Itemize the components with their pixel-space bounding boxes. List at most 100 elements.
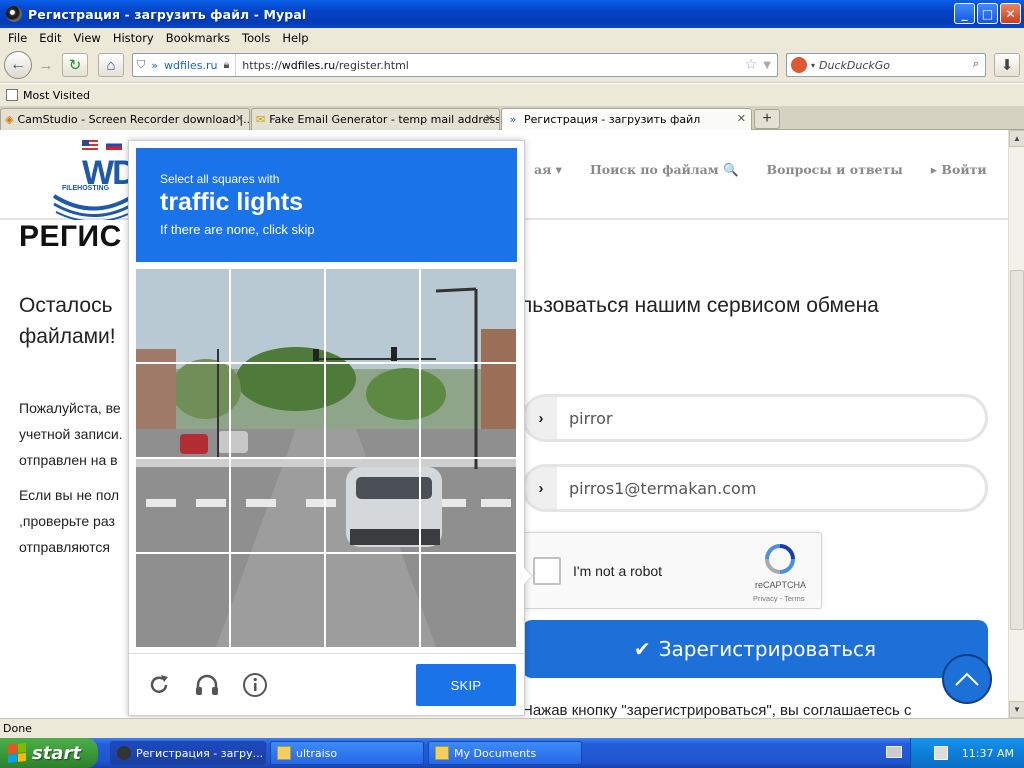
site-chevron-icon: »: [151, 58, 158, 72]
search-icon[interactable]: ⌕: [973, 57, 979, 71]
field-arrow-icon: ›: [525, 397, 557, 439]
site-identity[interactable]: ⛉ » wdfiles.ru 🔒︎: [133, 54, 237, 76]
username-field[interactable]: › pirror: [522, 394, 988, 442]
challenge-hint: If there are none, click skip: [160, 222, 315, 237]
challenge-pointer: [524, 568, 532, 584]
audio-challenge-button[interactable]: [193, 671, 221, 699]
search-bar[interactable]: ▾ DuckDuckGo ⌕: [786, 53, 986, 77]
close-window-button[interactable]: ✕: [1000, 3, 1021, 24]
new-tab-button[interactable]: +: [754, 109, 780, 129]
recaptcha-widget: I'm not a robot reCAPTCHA Privacy - Term…: [520, 532, 822, 609]
taskbar-item-my-documents[interactable]: My Documents: [428, 741, 582, 765]
tab-fake-email[interactable]: ✉ Fake Email Generator - temp mail addre…: [251, 108, 500, 130]
task-label: My Documents: [454, 746, 537, 760]
forward-button[interactable]: →: [33, 53, 59, 77]
menu-history[interactable]: History: [107, 31, 160, 45]
menu-file[interactable]: File: [2, 31, 33, 45]
window-titlebar: Регистрация - загрузить файл - Mypal _ □…: [0, 0, 1024, 28]
search-input[interactable]: DuckDuckGo: [819, 59, 890, 72]
menu-edit[interactable]: Edit: [33, 31, 67, 45]
duckduckgo-icon[interactable]: [791, 57, 807, 73]
taskbar-item-browser[interactable]: Регистрация - загру...: [110, 741, 266, 765]
username-value: pirror: [569, 408, 613, 428]
scroll-up-arrow-icon[interactable]: ▲: [1009, 130, 1024, 147]
bookmark-most-visited[interactable]: Most Visited: [23, 89, 90, 102]
start-button[interactable]: start: [0, 738, 98, 768]
scroll-to-top-button[interactable]: [942, 654, 992, 704]
lead-line1-left: Осталось: [19, 294, 113, 317]
menu-tools[interactable]: Tools: [236, 31, 276, 45]
back-arrow-icon: ←: [10, 56, 26, 73]
grid-line: [136, 457, 516, 459]
tab-camstudio[interactable]: ◈ CamStudio - Screen Recorder download |…: [0, 108, 250, 130]
challenge-image-grid[interactable]: [136, 269, 516, 647]
register-button[interactable]: ✔ Зарегистрироваться: [522, 620, 988, 678]
page-title: РЕГИС: [19, 220, 122, 253]
nav-link-search[interactable]: Поиск по файлам 🔍: [576, 162, 753, 178]
email-value: pirros1@termakan.com: [569, 478, 757, 498]
keyboard-language-icon[interactable]: [886, 746, 902, 758]
russian-flag-icon[interactable]: [106, 140, 122, 150]
grid-line: [136, 552, 516, 554]
info-icon: [243, 673, 267, 697]
recaptcha-challenge-popup: Select all squares with traffic lights I…: [128, 140, 525, 716]
system-tray: 11:37 AM: [910, 738, 1024, 768]
tab-close-icon[interactable]: ✕: [485, 112, 494, 125]
recaptcha-logo-icon: [765, 544, 795, 574]
forward-arrow-icon: →: [38, 56, 54, 74]
minimize-button[interactable]: _: [954, 3, 975, 24]
recaptcha-brand: reCAPTCHA: [755, 580, 807, 590]
search-engine-dropdown-icon[interactable]: ▾: [811, 61, 815, 70]
scrollbar-thumb[interactable]: [1010, 270, 1024, 630]
english-flag-icon[interactable]: [82, 140, 98, 150]
url-dropdown-icon[interactable]: ▼: [763, 60, 777, 71]
lead-line2: файлами!: [19, 325, 116, 348]
site-identity-label: wdfiles.ru: [163, 58, 218, 72]
clock[interactable]: 11:37 AM: [962, 747, 1014, 760]
tab-close-icon[interactable]: ✕: [235, 112, 244, 125]
recaptcha-checkbox[interactable]: [533, 557, 561, 585]
nav-link-login[interactable]: ▸ Войти: [917, 162, 1001, 178]
headphones-icon: [196, 674, 218, 695]
site-nav: ая ▾ Поиск по файлам 🔍 Вопросы и ответы …: [520, 162, 1001, 178]
menu-help[interactable]: Help: [276, 31, 314, 45]
tab-strip: ◈ CamStudio - Screen Recorder download |…: [0, 106, 1024, 130]
menu-bar: File Edit View History Bookmarks Tools H…: [0, 28, 1024, 47]
nav-link-partial[interactable]: ая ▾: [520, 162, 576, 178]
info-paragraph-2: Если вы не пол ,проверьте раз отправляют…: [19, 482, 139, 560]
register-label: Зарегистрироваться: [658, 637, 877, 661]
network-tray-icon[interactable]: [933, 746, 948, 760]
tab-close-icon[interactable]: ✕: [737, 112, 746, 125]
nav-link-faq[interactable]: Вопросы и ответы: [753, 162, 917, 178]
info-button[interactable]: [241, 671, 269, 699]
taskbar-item-ultraiso[interactable]: ultraiso: [270, 741, 424, 765]
reload-button[interactable]: ↻: [62, 53, 88, 77]
home-button[interactable]: ⌂: [98, 53, 124, 77]
menu-bookmarks[interactable]: Bookmarks: [160, 31, 236, 45]
email-field[interactable]: › pirros1@termakan.com: [522, 464, 988, 512]
status-bar: Done: [0, 718, 1024, 738]
url-text[interactable]: https://wdfiles.ru/register.html: [236, 59, 744, 72]
chevron-up-icon: [955, 672, 979, 686]
skip-button[interactable]: SKIP: [416, 664, 516, 706]
scroll-down-arrow-icon[interactable]: ▼: [1009, 701, 1024, 718]
back-button[interactable]: ←: [4, 51, 32, 79]
shield-icon: ⛉: [137, 58, 146, 71]
tab-registration[interactable]: » Регистрация - загрузить файл ✕: [501, 108, 752, 130]
challenge-target: traffic lights: [160, 188, 304, 216]
status-text: Done: [3, 722, 32, 735]
maximize-button[interactable]: □: [977, 3, 998, 24]
vertical-scrollbar[interactable]: ▲ ▼: [1008, 130, 1024, 718]
downloads-button[interactable]: ⬇: [994, 53, 1020, 77]
wdfiles-favicon-icon: »: [509, 113, 517, 126]
tab-label: CamStudio - Screen Recorder download |..…: [17, 113, 250, 126]
reload-challenge-button[interactable]: [145, 671, 173, 699]
menu-view[interactable]: View: [68, 31, 107, 45]
bookmark-star-icon[interactable]: ☆: [745, 57, 764, 73]
folder-icon: [6, 89, 18, 101]
recaptcha-links[interactable]: Privacy - Terms: [753, 594, 805, 603]
task-label: Регистрация - загру...: [136, 746, 264, 760]
info-paragraph-1: Пожалуйста, ве учетной записи. отправлен…: [19, 395, 139, 473]
bookmarks-toolbar: Most Visited: [0, 84, 1024, 106]
url-bar[interactable]: ⛉ » wdfiles.ru 🔒︎ https://wdfiles.ru/reg…: [132, 53, 778, 77]
